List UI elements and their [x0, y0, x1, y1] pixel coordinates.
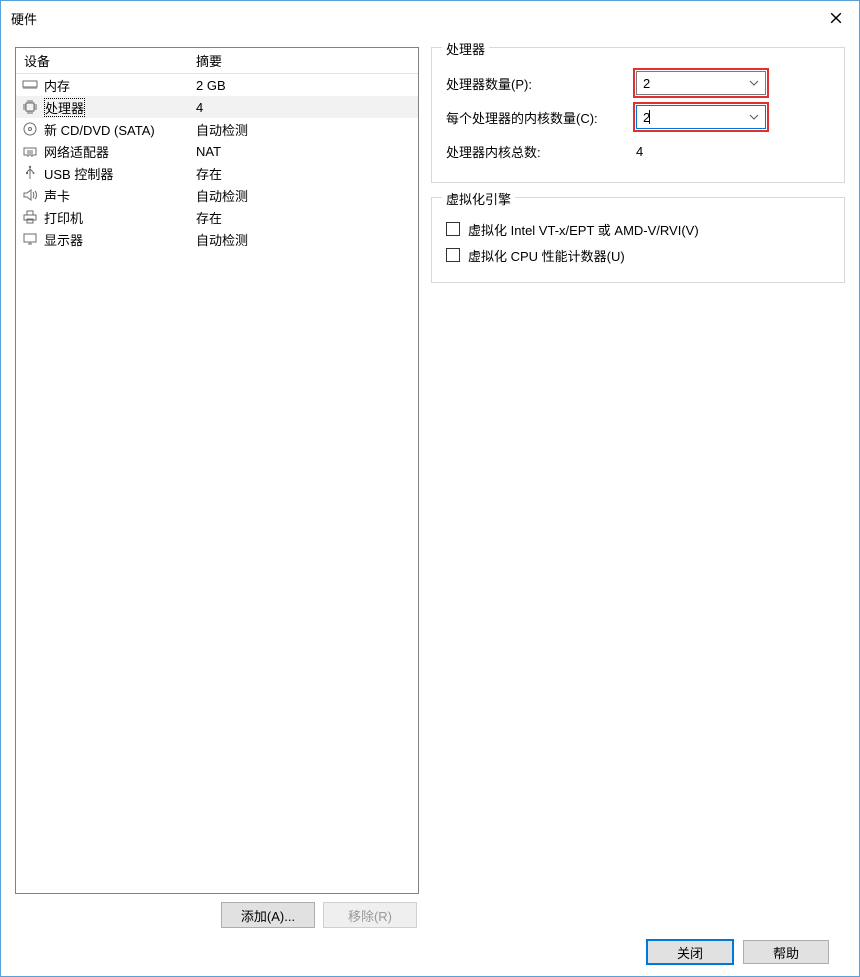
- device-name: 显示器: [44, 230, 83, 249]
- sound-icon: [22, 187, 38, 203]
- close-button[interactable]: 关闭: [647, 940, 733, 964]
- device-row-memory[interactable]: 内存 2 GB: [16, 74, 418, 96]
- device-row-network[interactable]: 网络适配器 NAT: [16, 140, 418, 162]
- device-row-sound[interactable]: 声卡 自动检测: [16, 184, 418, 206]
- usb-icon: [22, 165, 38, 181]
- header-device[interactable]: 设备: [16, 51, 192, 70]
- window-title: 硬件: [11, 9, 37, 28]
- device-name: USB 控制器: [44, 164, 113, 183]
- device-name: 新 CD/DVD (SATA): [44, 120, 155, 139]
- disc-icon: [22, 121, 38, 137]
- perfcounters-label: 虚拟化 CPU 性能计数器(U): [468, 246, 625, 265]
- checkbox-icon[interactable]: [446, 222, 460, 236]
- device-name: 网络适配器: [44, 142, 109, 161]
- device-summary: 2 GB: [192, 78, 418, 93]
- virtualization-legend: 虚拟化引擎: [442, 189, 515, 208]
- printer-icon: [22, 209, 38, 225]
- device-buttons: 添加(A)... 移除(R): [15, 902, 419, 928]
- dialog-footer: 关闭 帮助: [15, 928, 845, 976]
- close-icon[interactable]: [813, 1, 859, 35]
- device-name: 打印机: [44, 208, 83, 227]
- device-list[interactable]: 设备 摘要 内存 2 GB 处理器: [15, 47, 419, 894]
- device-summary: 存在: [192, 164, 418, 183]
- left-column: 设备 摘要 内存 2 GB 处理器: [15, 47, 419, 928]
- device-row-processor[interactable]: 处理器 4: [16, 96, 418, 118]
- device-row-printer[interactable]: 打印机 存在: [16, 206, 418, 228]
- device-row-cddvd[interactable]: 新 CD/DVD (SATA) 自动检测: [16, 118, 418, 140]
- text-cursor: [649, 110, 650, 124]
- chevron-down-icon: [749, 80, 759, 86]
- cores-per-select[interactable]: 2: [636, 105, 766, 129]
- device-row-display[interactable]: 显示器 自动检测: [16, 228, 418, 250]
- device-summary: 存在: [192, 208, 418, 227]
- cpu-icon: [22, 99, 38, 115]
- perfcounters-row[interactable]: 虚拟化 CPU 性能计数器(U): [446, 242, 830, 268]
- device-name: 处理器: [44, 98, 85, 117]
- total-cores-label: 处理器内核总数:: [446, 142, 636, 161]
- display-icon: [22, 231, 38, 247]
- device-summary: NAT: [192, 144, 418, 159]
- header-summary[interactable]: 摘要: [192, 51, 418, 70]
- hardware-dialog: 硬件 设备 摘要 内存 2 GB: [0, 0, 860, 977]
- processor-group: 处理器 处理器数量(P): 2 每个处理器的内核数量(C): 2: [431, 47, 845, 183]
- num-processors-label: 处理器数量(P):: [446, 74, 636, 93]
- cores-per-row: 每个处理器的内核数量(C): 2: [446, 100, 830, 134]
- help-button[interactable]: 帮助: [743, 940, 829, 964]
- right-column: 处理器 处理器数量(P): 2 每个处理器的内核数量(C): 2: [431, 47, 845, 928]
- vtx-label: 虚拟化 Intel VT-x/EPT 或 AMD-V/RVI(V): [468, 220, 699, 239]
- memory-icon: [22, 77, 38, 93]
- device-summary: 4: [192, 100, 418, 115]
- cores-per-label: 每个处理器的内核数量(C):: [446, 108, 636, 127]
- vtx-row[interactable]: 虚拟化 Intel VT-x/EPT 或 AMD-V/RVI(V): [446, 216, 830, 242]
- processor-legend: 处理器: [442, 39, 489, 58]
- num-processors-value: 2: [643, 76, 650, 91]
- device-name: 声卡: [44, 186, 70, 205]
- remove-button: 移除(R): [323, 902, 417, 928]
- device-summary: 自动检测: [192, 120, 418, 139]
- virtualization-group: 虚拟化引擎 虚拟化 Intel VT-x/EPT 或 AMD-V/RVI(V) …: [431, 197, 845, 283]
- titlebar: 硬件: [1, 1, 859, 35]
- num-processors-select[interactable]: 2: [636, 71, 766, 95]
- device-summary: 自动检测: [192, 186, 418, 205]
- dialog-body: 设备 摘要 内存 2 GB 处理器: [1, 35, 859, 976]
- total-cores-value: 4: [636, 144, 696, 159]
- network-icon: [22, 143, 38, 159]
- device-list-header: 设备 摘要: [16, 48, 418, 74]
- checkbox-icon[interactable]: [446, 248, 460, 262]
- device-name: 内存: [44, 76, 70, 95]
- total-cores-row: 处理器内核总数: 4: [446, 134, 830, 168]
- num-processors-row: 处理器数量(P): 2: [446, 66, 830, 100]
- chevron-down-icon: [749, 114, 759, 120]
- add-button[interactable]: 添加(A)...: [221, 902, 315, 928]
- device-row-usb[interactable]: USB 控制器 存在: [16, 162, 418, 184]
- device-summary: 自动检测: [192, 230, 418, 249]
